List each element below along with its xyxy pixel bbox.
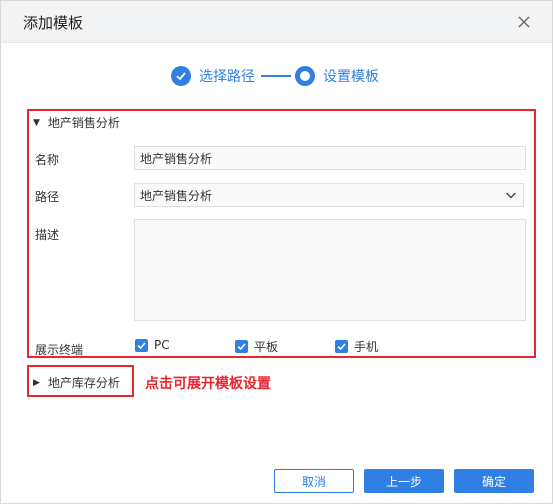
- dialog-titlebar: 添加模板: [1, 1, 552, 43]
- template-1-header[interactable]: ▼ 地产销售分析: [33, 114, 120, 131]
- prev-step-button[interactable]: 上一步: [364, 469, 444, 493]
- desc-textarea[interactable]: [134, 219, 526, 321]
- terminal-label: 展示终端: [35, 343, 84, 357]
- step-current-icon: [295, 66, 315, 86]
- path-label: 路径: [35, 190, 60, 204]
- checkbox-checked-icon: [135, 338, 148, 352]
- dialog-title: 添加模板: [23, 14, 84, 32]
- terminal-tablet-checkbox[interactable]: 平板: [235, 338, 278, 355]
- step-2-label: 设置模板: [323, 69, 379, 85]
- step-done-check-icon: [171, 66, 191, 86]
- confirm-button[interactable]: 确定: [454, 469, 534, 493]
- name-label: 名称: [35, 153, 60, 167]
- step-connector: [261, 75, 291, 77]
- cancel-button[interactable]: 取消: [274, 469, 354, 493]
- template-1-title: 地产销售分析: [47, 116, 120, 130]
- expand-triangle-icon: ▶: [33, 377, 40, 388]
- template-2-header[interactable]: ▶ 地产库存分析: [33, 374, 120, 391]
- expand-hint-annotation: 点击可展开模板设置: [145, 376, 271, 392]
- checkbox-checked-icon: [235, 340, 248, 353]
- name-input[interactable]: 地产销售分析: [134, 146, 526, 170]
- template-2-title: 地产库存分析: [47, 376, 120, 390]
- add-template-dialog: 添加模板 选择路径 设置模板 ▼ 地产销售分析 名称 地产销售分析 路径 地产销…: [0, 0, 553, 504]
- terminal-phone-checkbox[interactable]: 手机: [335, 338, 378, 355]
- terminal-tablet-label: 平板: [254, 340, 279, 354]
- path-select[interactable]: 地产销售分析: [134, 183, 524, 207]
- step-indicator: 选择路径 设置模板: [171, 65, 379, 87]
- close-icon[interactable]: [515, 13, 533, 31]
- terminal-pc-label: PC: [154, 338, 170, 352]
- chevron-down-icon: [505, 189, 517, 204]
- name-value: 地产销售分析: [140, 151, 213, 166]
- step-1-label: 选择路径: [199, 69, 255, 85]
- terminal-phone-label: 手机: [354, 340, 379, 354]
- checkbox-checked-icon: [335, 340, 348, 353]
- terminal-pc-checkbox[interactable]: PC: [135, 338, 170, 352]
- collapse-triangle-icon: ▼: [33, 117, 40, 128]
- desc-label: 描述: [35, 228, 60, 242]
- path-value: 地产销售分析: [140, 188, 213, 203]
